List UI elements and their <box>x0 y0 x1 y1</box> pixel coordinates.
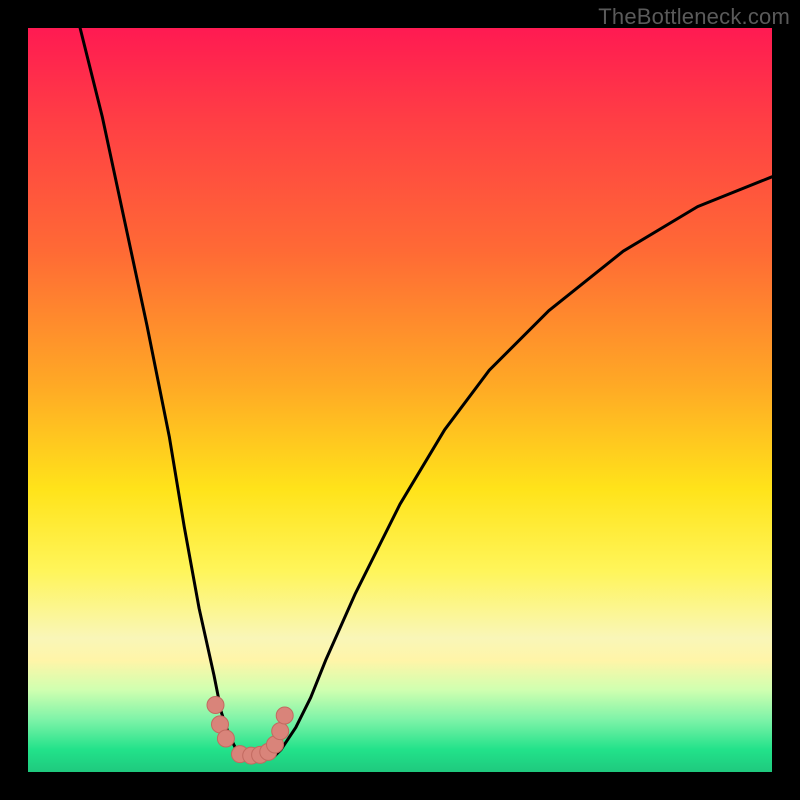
curve-svg <box>28 28 772 772</box>
plot-area <box>28 28 772 772</box>
watermark-text: TheBottleneck.com <box>598 4 790 30</box>
outer-frame: TheBottleneck.com <box>0 0 800 800</box>
curve-line <box>80 28 772 757</box>
highlight-markers <box>207 697 293 765</box>
